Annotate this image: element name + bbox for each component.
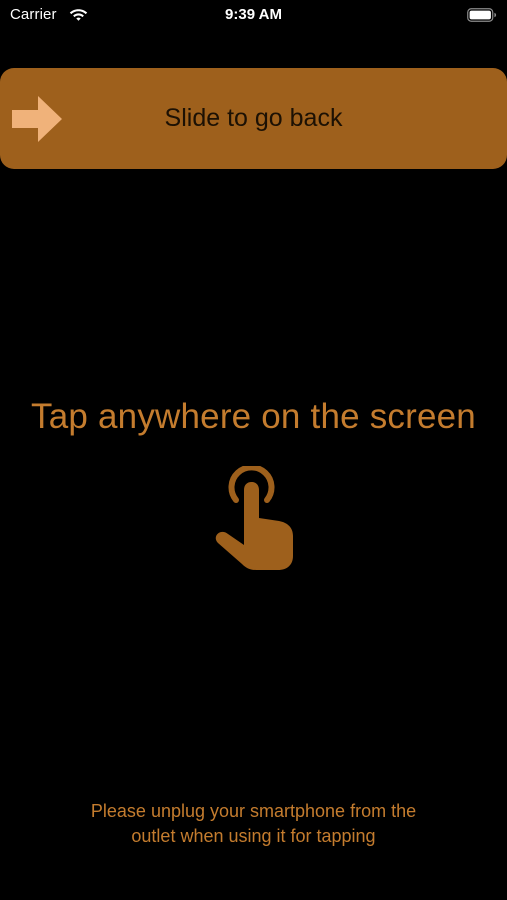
- hand-tap-icon: [215, 466, 293, 570]
- hand-shape: [215, 482, 293, 570]
- notice-line-1: Please unplug your smartphone from the: [90, 801, 417, 821]
- status-bar: Carrier 9:39 AM: [0, 0, 507, 32]
- battery-full-icon: [467, 8, 497, 22]
- tap-instruction-title: Tap anywhere on the screen: [31, 397, 476, 436]
- slide-to-go-back-slider[interactable]: Slide to go back: [0, 68, 507, 169]
- slide-label: Slide to go back: [164, 104, 343, 132]
- notice-line-2: outlet when using it for tapping: [131, 826, 376, 846]
- clock-time: 9:39 AM: [225, 6, 282, 23]
- unplug-notice: Please unplug your smartphone from the o…: [0, 799, 507, 849]
